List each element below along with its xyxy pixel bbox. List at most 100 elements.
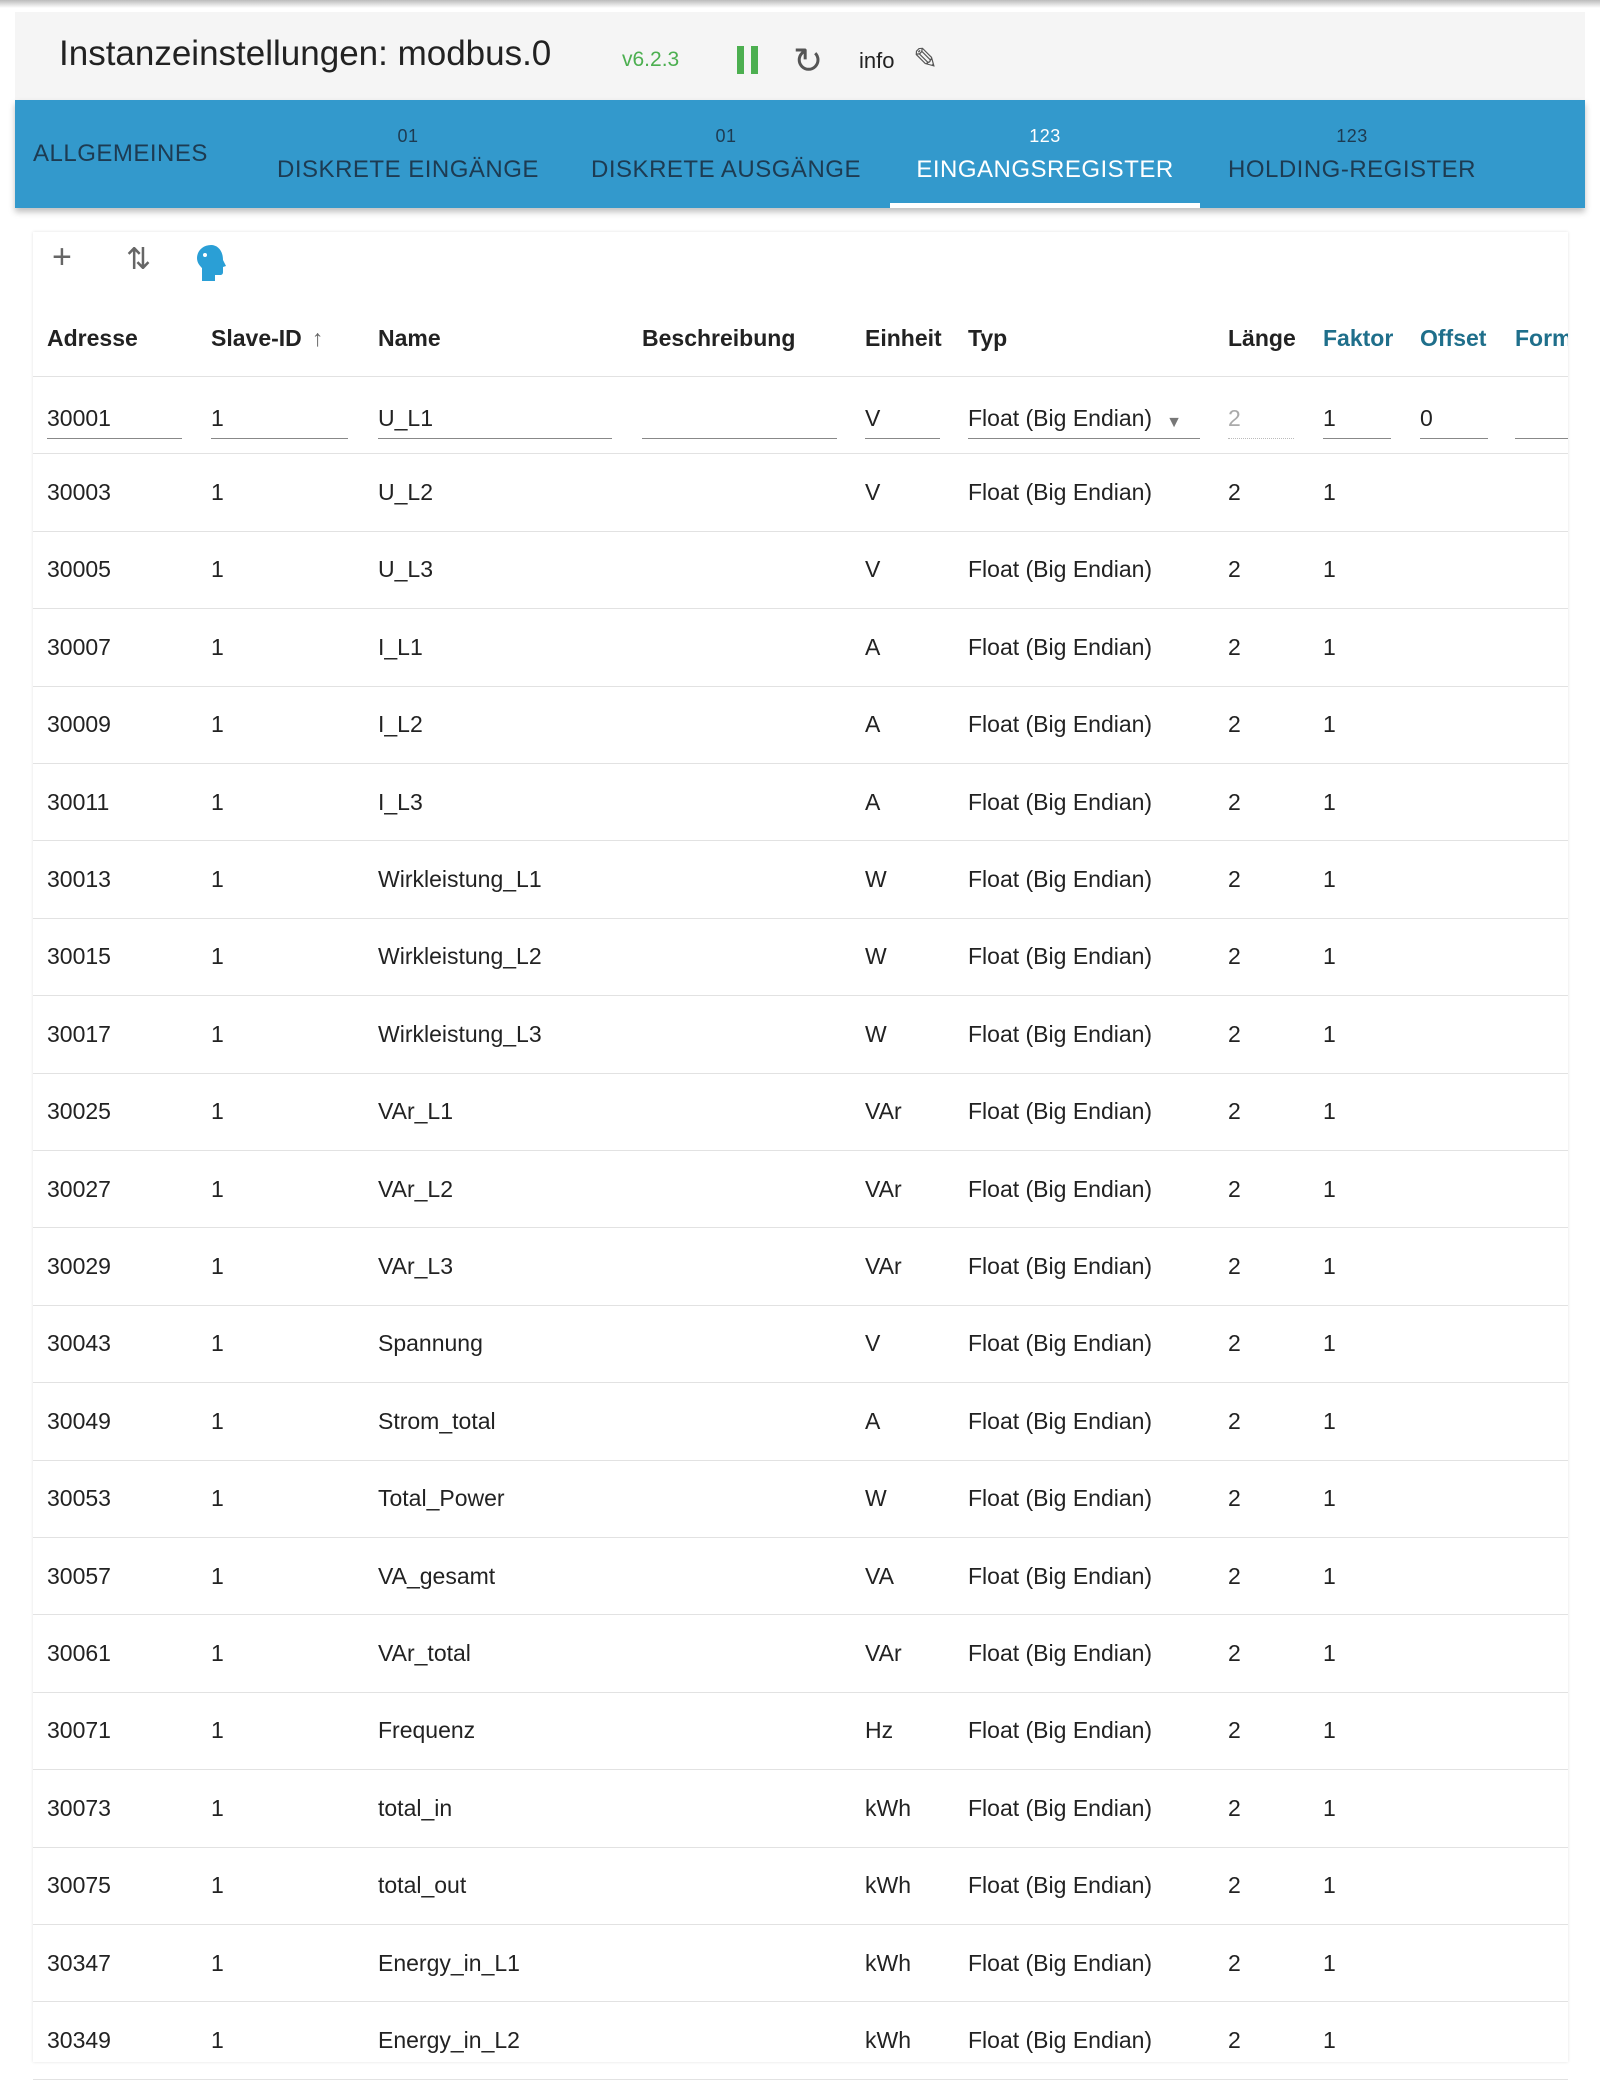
cell-name: U_L2 — [378, 479, 433, 506]
cell-type: Float (Big Endian) — [968, 1949, 1153, 1976]
cell-slave: 1 — [211, 1407, 224, 1434]
form-field[interactable] — [1515, 397, 1568, 439]
column-header[interactable]: Name — [378, 300, 632, 376]
table-row[interactable]: 30061 1 VAr_total VAr Float (Big Endian) 2 1 — [33, 1615, 1568, 1693]
cell-address: 30053 — [47, 1485, 111, 1512]
cell-length: 2 — [1228, 1562, 1241, 1589]
table-row[interactable]: 30049 1 Strom_total A Float (Big Endian) 2 1 — [33, 1383, 1568, 1461]
cell-length: 2 — [1228, 2027, 1241, 2054]
cell-unit: A — [865, 633, 881, 660]
table-row[interactable]: 30005 1 U_L3 V Float (Big Endian) 2 1 — [33, 532, 1568, 610]
cell-unit: kWh — [865, 1794, 911, 1821]
table-row[interactable]: 30003 1 U_L2 V Float (Big Endian) 2 1 — [33, 454, 1568, 532]
binary-icon: 01 — [397, 126, 419, 146]
pause-icon[interactable] — [737, 46, 761, 74]
table-row[interactable]: 30025 1 VAr_L1 VAr Float (Big Endian) 2 1 — [33, 1074, 1568, 1151]
tab-allgemeines[interactable]: ALLGEMEINES — [33, 100, 207, 208]
top-shadow — [0, 0, 1600, 8]
table-row[interactable]: 30053 1 Total_Power W Float (Big Endian) 2 1 — [33, 1461, 1568, 1538]
column-header[interactable]: Typ — [968, 300, 1220, 376]
table-row[interactable]: 30009 1 I_L2 A Float (Big Endian) 2 1 — [33, 687, 1568, 764]
tab-holding-register[interactable]: 123 HOLDING-REGISTER — [1207, 100, 1497, 208]
tab-diskrete-eingaenge[interactable]: 01 DISKRETE EINGÄNGE — [267, 100, 549, 208]
table-row[interactable]: 30015 1 Wirkleistung_L2 W Float (Big Endian)… — [33, 919, 1568, 997]
table-row[interactable]: 30007 1 I_L1 A Float (Big Endian) 2 1 — [33, 609, 1568, 687]
column-header[interactable]: Offset — [1420, 300, 1508, 376]
reload-icon[interactable]: ↻ — [793, 40, 823, 82]
type-field[interactable]: Float (Big Endian) ▼ — [968, 397, 1200, 439]
sort-arrow-icon[interactable]: ↑ — [312, 325, 324, 352]
cell-name: VAr_total — [378, 1640, 471, 1667]
address-field[interactable]: 30001 — [47, 397, 182, 439]
table-row[interactable]: 30073 1 total_in kWh Float (Big Endian) 2 1 — [33, 1770, 1568, 1848]
column-header[interactable]: Slave-ID ↑ — [211, 300, 368, 376]
cell-length: 2 — [1228, 1949, 1241, 1976]
table-row[interactable]: 30027 1 VAr_L2 VAr Float (Big Endian) 2 1 — [33, 1151, 1568, 1229]
cell-length: 2 — [1228, 1485, 1241, 1512]
column-header-label: Einheit — [865, 324, 942, 351]
cell-slave: 1 — [211, 2027, 224, 2054]
cell-unit: VAr — [865, 1640, 902, 1667]
table-row[interactable]: 30017 1 Wirkleistung_L3 W Float (Big Endian)… — [33, 996, 1568, 1074]
cell-type: Float (Big Endian) — [968, 1562, 1153, 1589]
type-value: Float (Big Endian) — [968, 405, 1153, 431]
cell-address: 30003 — [47, 479, 111, 506]
table-row[interactable]: 30347 1 Energy_in_L1 kWh Float (Big Endian) 2… — [33, 1925, 1568, 2003]
table-row[interactable]: 30011 1 I_L3 A Float (Big Endian) 2 1 — [33, 764, 1568, 842]
tab-eingangsregister[interactable]: 123 EINGANGSREGISTER — [890, 100, 1200, 208]
column-header-label: Form — [1515, 324, 1568, 351]
cell-factor: 1 — [1323, 479, 1336, 506]
cell-slave: 1 — [211, 1794, 224, 1821]
cell-name: Energy_in_L1 — [378, 1949, 520, 1976]
column-header[interactable]: Adresse — [47, 300, 202, 376]
cell-name: I_L3 — [378, 788, 423, 815]
unit-field[interactable]: V — [865, 397, 940, 439]
cell-length: 2 — [1228, 788, 1241, 815]
table-row[interactable]: 30029 1 VAr_L3 VAr Float (Big Endian) 2 1 — [33, 1228, 1568, 1306]
dropdown-arrow-icon[interactable]: ▼ — [1166, 414, 1182, 432]
description-field[interactable] — [642, 397, 837, 439]
factor-field[interactable]: 1 — [1323, 397, 1391, 439]
column-header[interactable]: Form — [1515, 300, 1568, 376]
plus-icon[interactable]: + — [52, 238, 72, 277]
cell-factor: 1 — [1323, 1949, 1336, 1976]
table-row[interactable]: 30057 1 VA_gesamt VA Float (Big Endian) 2 1 — [33, 1538, 1568, 1616]
column-header[interactable]: Beschreibung — [642, 300, 857, 376]
offset-field[interactable]: 0 — [1420, 397, 1488, 439]
cell-length: 2 — [1228, 1407, 1241, 1434]
table-row[interactable]: 30349 1 Energy_in_L2 kWh Float (Big Endian) 2… — [33, 2002, 1568, 2080]
pencil-icon[interactable]: ✎ — [913, 42, 938, 77]
cell-type: Float (Big Endian) — [968, 1253, 1153, 1280]
cell-unit: A — [865, 1407, 881, 1434]
cell-name: I_L2 — [378, 711, 423, 738]
table-row[interactable]: 30071 1 Frequenz Hz Float (Big Endian) 2 1 — [33, 1693, 1568, 1771]
table-row[interactable]: 30043 1 Spannung V Float (Big Endian) 2 1 — [33, 1306, 1568, 1384]
cell-length: 2 — [1228, 633, 1241, 660]
slave-field[interactable]: 1 — [211, 397, 348, 439]
column-header[interactable]: Faktor — [1323, 300, 1411, 376]
cell-type: Float (Big Endian) — [968, 556, 1153, 583]
cell-unit: VA — [865, 1562, 894, 1589]
length-field: 2 — [1228, 397, 1294, 439]
info-link[interactable]: info — [859, 48, 894, 74]
cell-unit: kWh — [865, 1949, 911, 1976]
column-header[interactable]: Länge — [1228, 300, 1314, 376]
slave-value: 1 — [211, 405, 224, 431]
cell-factor: 1 — [1323, 1098, 1336, 1125]
tab-diskrete-ausgaenge[interactable]: 01 DISKRETE AUSGÄNGE — [582, 100, 870, 208]
cell-description — [642, 996, 837, 1072]
name-field[interactable]: U_L1 — [378, 397, 612, 439]
expert-head-icon[interactable] — [196, 244, 226, 291]
table-row[interactable]: 30075 1 total_out kWh Float (Big Endian) 2 1 — [33, 1848, 1568, 1925]
cell-type: Float (Big Endian) — [968, 1485, 1153, 1512]
table-row[interactable]: 30013 1 Wirkleistung_L1 W Float (Big Endian)… — [33, 841, 1568, 919]
tab-label: HOLDING-REGISTER — [1227, 156, 1477, 183]
column-header[interactable]: Einheit — [865, 300, 960, 376]
cell-description — [642, 1538, 837, 1614]
sort-icon[interactable]: ⇅ — [126, 242, 151, 277]
cell-description — [642, 919, 837, 995]
cell-type: Float (Big Endian) — [968, 788, 1153, 815]
cell-name: VAr_L3 — [378, 1253, 454, 1280]
cell-name: Frequenz — [378, 1717, 476, 1744]
cell-slave: 1 — [211, 711, 224, 738]
